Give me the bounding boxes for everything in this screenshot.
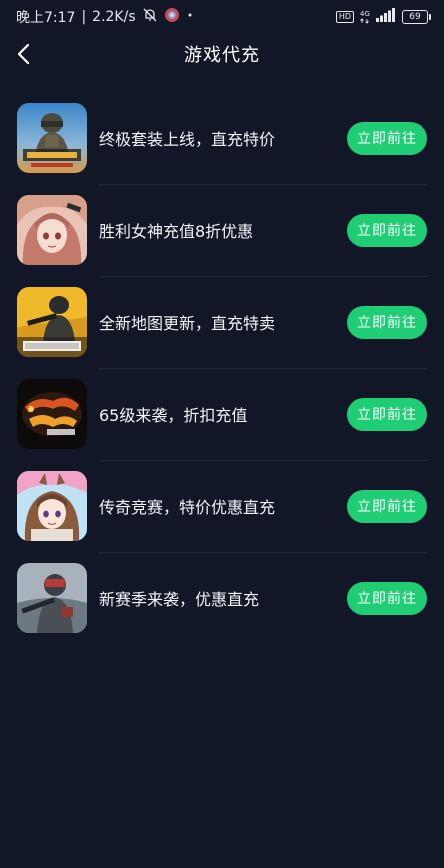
go-now-button[interactable]: 立即前往 [347,305,427,339]
list-item[interactable]: 新赛季来袭，优惠直充 立即前往 [0,552,444,644]
status-separator: | [81,9,87,25]
network-label: 4G [360,9,370,18]
list-item[interactable]: 全新地图更新，直充特卖 立即前往 [0,276,444,368]
back-button[interactable] [8,38,40,70]
game-list: 终极套装上线，直充特价 立即前往 胜利女神充值8折优惠 立即前往 全新地图更新，… [0,92,444,644]
soldier-game-icon [17,563,87,633]
chevron-left-icon [17,43,30,65]
list-item[interactable]: 终极套装上线，直充特价 立即前往 [0,92,444,184]
app-notification-icon [164,7,180,27]
network-type: 4G [360,9,370,24]
status-left: 晚上7:17 | 2.2K/s [16,7,194,27]
status-speed: 2.2K/s [92,9,136,25]
go-now-button[interactable]: 立即前往 [347,489,427,523]
nav-bar: 游戏代充 [0,34,444,74]
go-now-button[interactable]: 立即前往 [347,213,427,247]
dungeon-fighter-icon [17,379,87,449]
signal-icon [376,8,396,26]
battery-icon: 69 [402,10,431,24]
dot-icon [186,7,194,27]
page-title: 游戏代充 [184,45,260,66]
list-item[interactable]: 胜利女神充值8折优惠 立即前往 [0,184,444,276]
mute-bell-icon [142,7,158,27]
pubg-battlegrounds-icon [17,103,87,173]
status-time: 晚上7:17 [16,10,76,26]
go-now-button[interactable]: 立即前往 [347,581,427,615]
status-right: HD 4G 69 [335,8,431,26]
list-item[interactable]: 65级来袭，折扣充值 立即前往 [0,368,444,460]
network-arrows-icon [360,17,369,24]
uma-musume-icon [17,471,87,541]
pubg-new-state-icon [17,287,87,357]
go-now-button[interactable]: 立即前往 [347,121,427,155]
status-bar: 晚上7:17 | 2.2K/s HD 4G 69 [0,0,444,34]
battery-level: 69 [409,12,421,22]
hd-badge: HD [335,11,354,23]
list-item[interactable]: 传奇竞赛，特价优惠直充 立即前往 [0,460,444,552]
nikke-goddess-icon [17,195,87,265]
go-now-button[interactable]: 立即前往 [347,397,427,431]
